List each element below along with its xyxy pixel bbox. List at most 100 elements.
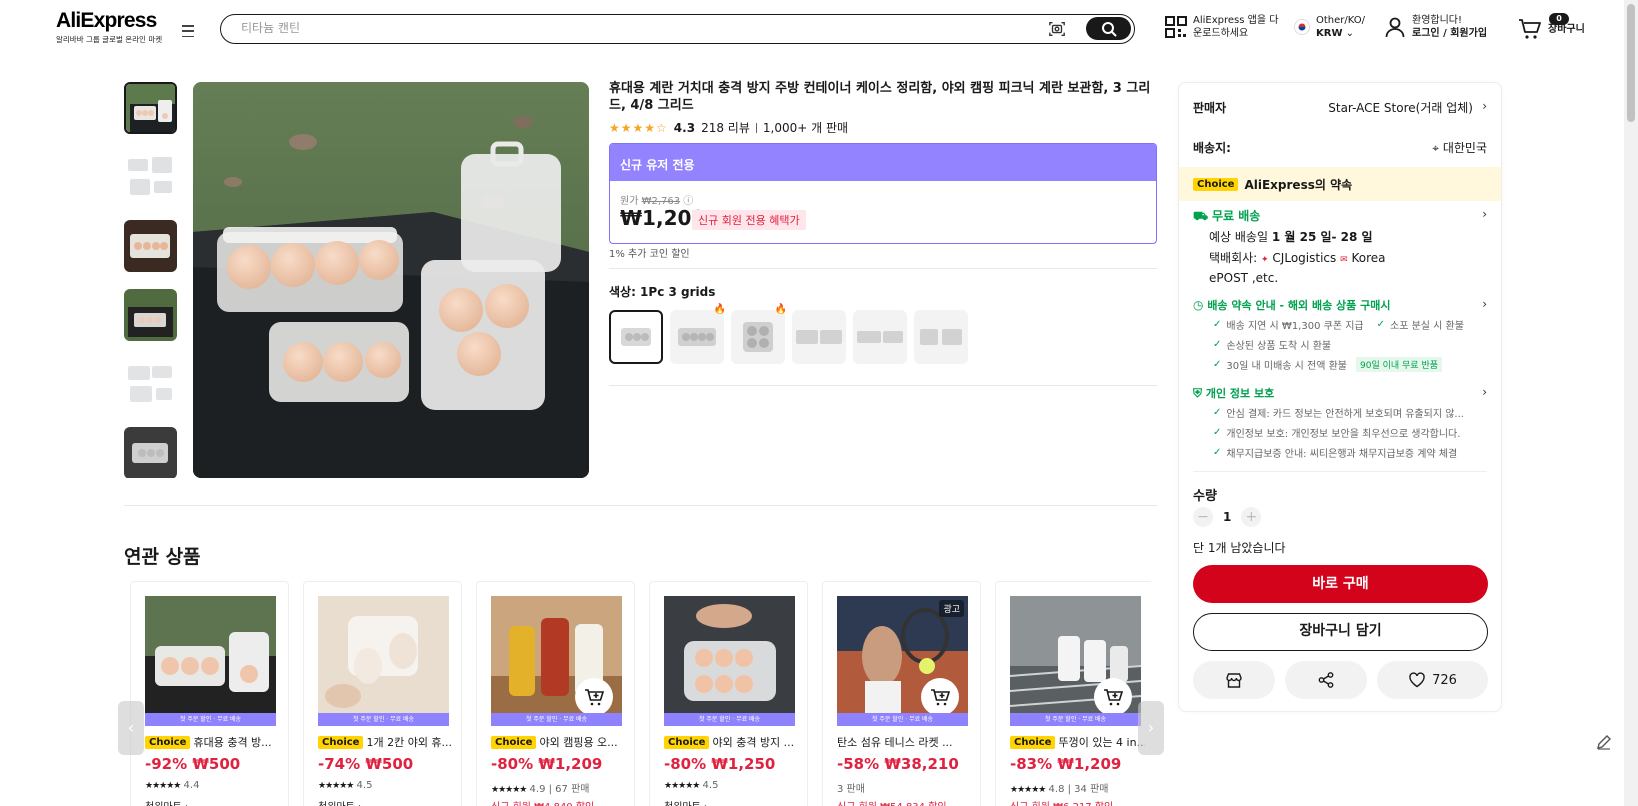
color-swatch-6[interactable]	[914, 310, 968, 364]
share-button[interactable]	[1285, 661, 1367, 699]
coin-discount-note: 1% 추가 코인 할인	[609, 249, 690, 260]
color-swatch-4[interactable]	[792, 310, 846, 364]
add-to-cart-icon[interactable]	[921, 678, 959, 716]
product-card[interactable]: 첫 주문 할인 · 무료 배송 Choice 뚜껑이 있는 4 in... -83…	[995, 581, 1151, 806]
stars-icon: ★★★★★	[491, 785, 527, 795]
color-swatch-5[interactable]	[853, 310, 907, 364]
quantity-label: 수량	[1193, 489, 1217, 504]
quantity-value[interactable]: 1	[1223, 510, 1231, 524]
privacy-row[interactable]: ⛨ 개인 정보 보호 ›	[1193, 385, 1487, 401]
ship-to-row[interactable]: 배송지: ⌖ 대한민국	[1193, 139, 1487, 156]
rating-summary[interactable]: ★★★★☆ 4.3 218 리뷰 1,000+ 개 판매	[609, 119, 848, 136]
add-to-cart-button[interactable]: 장바구니 담기	[1193, 613, 1488, 651]
product-card-extra: 신규 회원 ₩6,217 할인	[1010, 798, 1113, 806]
image-search-icon[interactable]	[1048, 20, 1066, 38]
add-to-cart-icon[interactable]	[1094, 678, 1132, 716]
carousel-prev-button[interactable]: ‹	[118, 701, 144, 755]
region-line1: Other/KO/	[1316, 15, 1366, 26]
price-tag: 신규 회원 전용 혜택가	[692, 210, 806, 230]
product-card[interactable]: 첫 주문 할인 · 무료 배송 Choice 야외 충격 방지 ... -80% …	[649, 581, 808, 806]
product-card-price: -92% ₩500	[145, 755, 241, 773]
product-card-extra[interactable]: 첫위마트 ›	[318, 798, 362, 806]
region-selector[interactable]: Other/KO/KRW ⌄	[1294, 14, 1365, 40]
login-signup-link[interactable]: 로그인 / 회원가입	[1412, 28, 1487, 39]
app-download[interactable]: AliExpress 앱을 다 운로드하세요	[1165, 14, 1278, 40]
aliexpress-logo[interactable]: AliExpress 알리바바 그룹 글로벌 온라인 마켓	[56, 10, 176, 45]
product-card[interactable]: 첫 주문 할인 · 무료 배송 Choice 1개 2칸 야외 휴... -74%…	[303, 581, 462, 806]
chevron-right-icon: ›	[1482, 207, 1487, 221]
logo-text[interactable]: AliExpress	[56, 10, 176, 32]
main-product-image[interactable]	[193, 82, 589, 478]
product-name-text: 야외 충격 방지 ...	[712, 736, 795, 749]
epost-logo-icon: ✉	[1340, 255, 1348, 265]
cart-icon	[1519, 19, 1541, 39]
promise-item-text: 손상된 상품 도착 시 환불	[1226, 341, 1332, 352]
thumbnail-4[interactable]	[124, 289, 177, 341]
product-card[interactable]: 광고 첫 주문 할인 · 무료 배송 탄소 섬유 테니스 라켓 ... -58%…	[822, 581, 981, 806]
promo-header: 신규 유저 전용	[610, 144, 1156, 181]
product-card-extra[interactable]: 첫위마트 ›	[145, 798, 189, 806]
color-swatch-3[interactable]: 🔥	[731, 304, 787, 364]
free-return-tag: 90일 이내 무료 반품	[1356, 357, 1443, 372]
product-card-price: -80% ₩1,250	[664, 755, 776, 773]
eta-prefix: 예상 배송일	[1209, 230, 1269, 244]
account-menu[interactable]: 환영합니다! 로그인 / 회원가입	[1384, 14, 1487, 40]
product-card-price: -83% ₩1,209	[1010, 755, 1122, 773]
store-icon	[1226, 673, 1242, 688]
product-card[interactable]: 첫 주문 할인 · 무료 배송 Choice 야외 캠핑용 오... -80% ₩…	[476, 581, 635, 806]
product-card-image[interactable]	[664, 596, 795, 726]
hot-fire-icon: 🔥	[713, 304, 726, 315]
page-scrollbar[interactable]	[1624, 0, 1638, 806]
add-to-cart-icon[interactable]	[575, 678, 613, 716]
cart-count-badge: 0	[1549, 13, 1569, 25]
carrier-1: CJLogistics	[1272, 251, 1337, 265]
wishlist-button[interactable]: 726	[1377, 661, 1488, 699]
thumbnail-5[interactable]	[124, 358, 177, 410]
promo-strip: 첫 주문 할인 · 무료 배송	[664, 713, 795, 726]
stars-icon: ★★★★★	[664, 781, 700, 791]
product-card[interactable]: 첫 주문 할인 · 무료 배송 Choice 휴대용 충격 방... -92% ₩…	[130, 581, 289, 806]
product-card-image[interactable]	[145, 596, 276, 726]
thumbnail-1[interactable]	[124, 82, 177, 134]
product-card-name: 탄소 섬유 테니스 라켓 ...	[837, 734, 972, 750]
product-card-extra[interactable]: 첫위마트 ›	[664, 798, 708, 806]
color-swatch-1[interactable]	[609, 310, 663, 364]
thumbnail-2[interactable]	[124, 151, 177, 203]
carrier-2: Korea	[1351, 251, 1386, 265]
buy-now-button[interactable]: 바로 구매	[1193, 565, 1488, 603]
increase-button[interactable]: +	[1241, 507, 1262, 527]
search-button[interactable]	[1086, 17, 1131, 40]
review-count[interactable]: 218 리뷰	[701, 119, 750, 136]
chevron-right-icon: ›	[1482, 99, 1487, 113]
product-card-image[interactable]	[318, 596, 449, 726]
store-button[interactable]	[1193, 661, 1275, 699]
korea-flag-icon	[1294, 19, 1310, 35]
thumbnail-3[interactable]	[124, 220, 177, 272]
clock-shield-icon: ◷	[1193, 298, 1204, 312]
check-icon: ✓	[1376, 319, 1385, 330]
decrease-button[interactable]: −	[1193, 507, 1213, 527]
sold-count: 34 판매	[1074, 784, 1109, 795]
choice-badge: Choice	[1010, 735, 1056, 749]
share-icon	[1318, 672, 1334, 688]
search-input[interactable]	[241, 21, 941, 35]
rating-value: 4.3	[673, 120, 696, 135]
delivery-promise-row[interactable]: ◷ 배송 약속 안내 - 해외 배송 상품 구매시 ›	[1193, 297, 1487, 313]
hamburger-menu-icon[interactable]	[178, 22, 198, 40]
free-shipping-row[interactable]: ⛟ 무료 배송 ›	[1193, 207, 1487, 225]
seller-row[interactable]: 판매자 Star-ACE Store(거래 업체) ›	[1193, 99, 1487, 116]
privacy-title: 개인 정보 보호	[1205, 387, 1275, 400]
check-icon: ✓	[1213, 407, 1222, 418]
app-download-line1: AliExpress 앱을 다	[1193, 15, 1279, 26]
seller-name[interactable]: Star-ACE Store(거래 업체)	[1328, 99, 1473, 116]
feedback-edit-icon[interactable]	[1594, 732, 1614, 752]
ad-label: 광고	[939, 600, 964, 617]
color-swatch-2[interactable]: 🔥	[670, 304, 726, 364]
carousel-next-button[interactable]: ›	[1138, 701, 1164, 755]
logo-subtitle: 알리바바 그룹 글로벌 온라인 마켓	[56, 35, 163, 44]
rating-value: 4.4	[183, 780, 200, 791]
search-bar	[220, 14, 1135, 44]
thumbnail-6[interactable]	[124, 427, 177, 478]
scrollbar-thumb[interactable]	[1627, 4, 1635, 122]
promise-item: ✓ 손상된 상품 도착 시 환불	[1213, 337, 1487, 352]
